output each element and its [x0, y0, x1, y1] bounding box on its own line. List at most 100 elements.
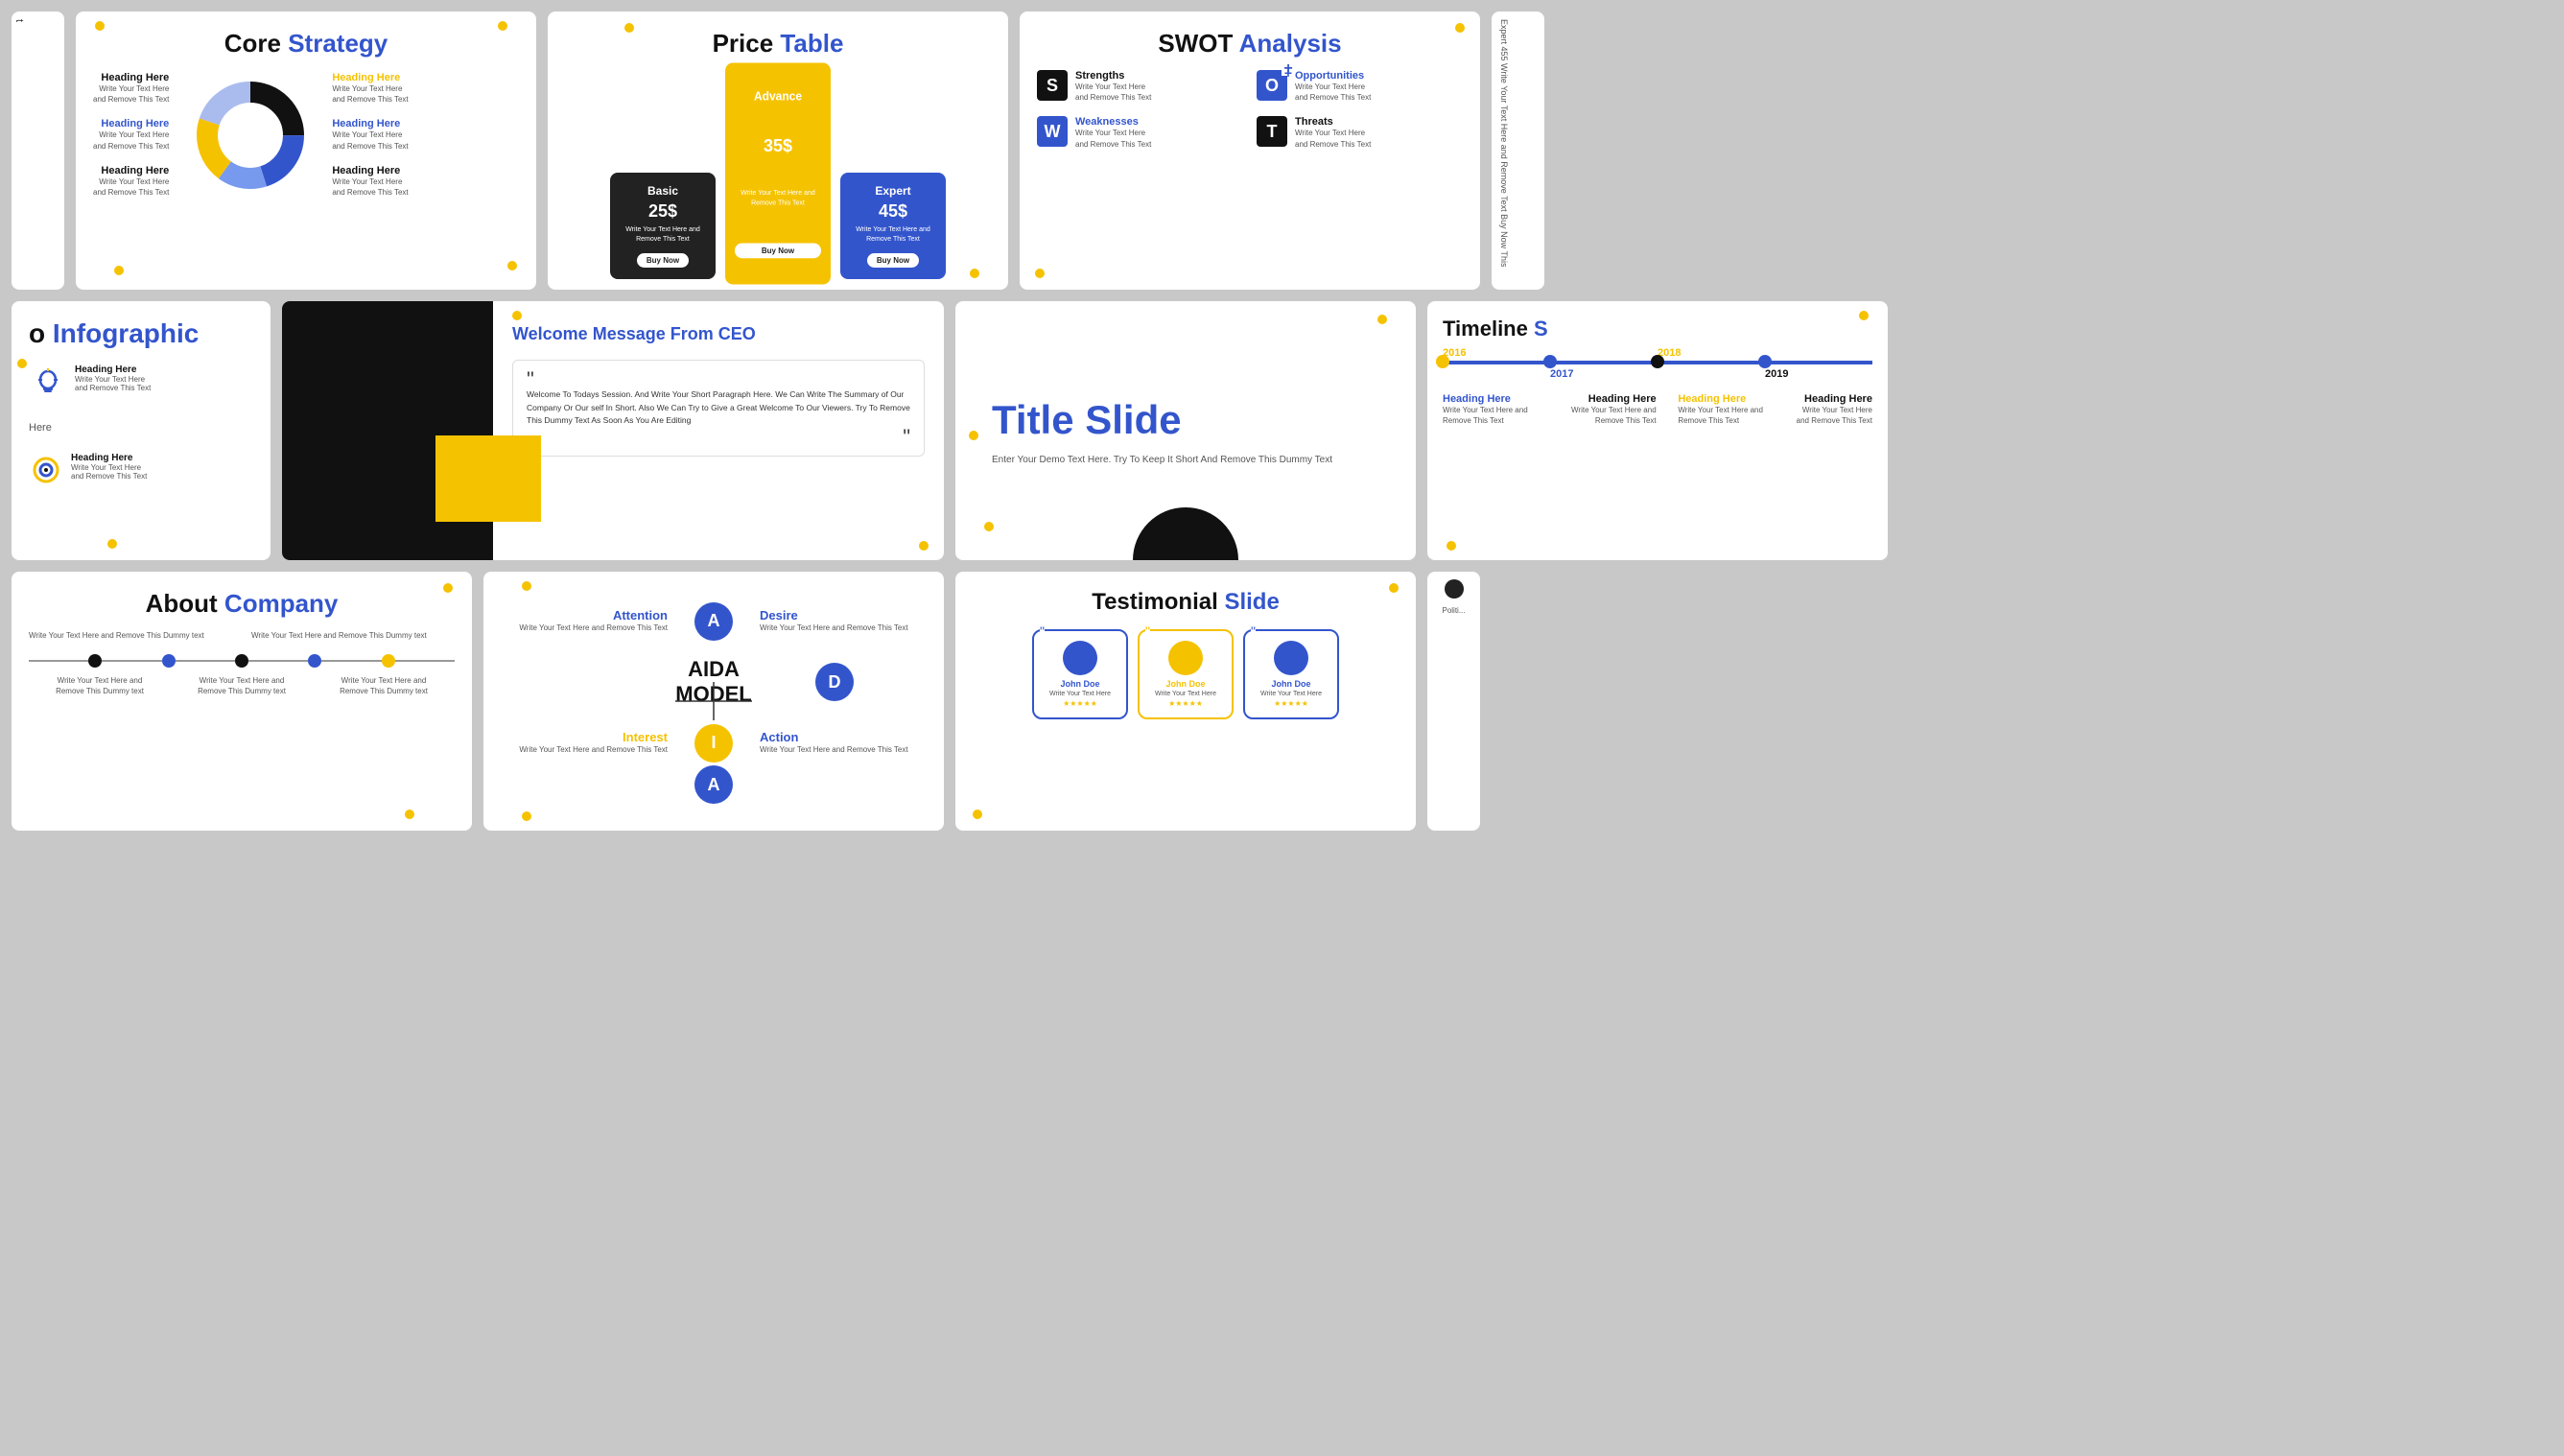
deco-dot [969, 431, 978, 440]
aida-circle-d: D [752, 663, 917, 701]
swot-item-w: W Weaknesses Write Your Text Hereand Rem… [1037, 116, 1243, 149]
slide-ceo: Welcome Message From CEO " Welcome To To… [282, 301, 944, 560]
price-card-basic-text: Write Your Text Here and Remove This Tex… [620, 225, 706, 245]
slide-aida: Attention Write Your Text Here and Remov… [483, 572, 944, 831]
timeline-h4: Heading Here Write Your Text Here and Re… [1796, 393, 1872, 426]
deco-dot [984, 522, 994, 531]
about-tl-label-3: Write Your Text Here and Remove This Dum… [336, 675, 432, 696]
partial-slide-right-r3: Politi... [1427, 572, 1480, 831]
deco-dot [522, 581, 531, 591]
core-strategy-title: Core Strategy [93, 29, 519, 59]
deco-dot [17, 359, 27, 368]
swot-plus-icon: + [1282, 62, 1295, 76]
test-title-black: Testimonial [1092, 589, 1224, 615]
swot-letter-w: W [1037, 116, 1068, 147]
timeline-dot-2017 [1543, 355, 1557, 368]
tl-seg-1 [29, 660, 88, 662]
about-text-1: Write Your Text Here and Remove This Dum… [29, 630, 232, 641]
deco-dot [970, 269, 979, 278]
testimonial-cards: " John Doe Write Your Text Here ★★★★★ " … [973, 629, 1399, 719]
test-avatar-2 [1168, 641, 1203, 675]
tl-dot-5 [382, 654, 395, 668]
deco-dot [919, 541, 929, 551]
swot-letter-t: T [1257, 116, 1287, 147]
core-heading-r2: Heading Here Write Your Text Hereand Rem… [332, 118, 408, 151]
aida-circle-i: I [675, 724, 752, 763]
quote-close-icon: " [527, 432, 910, 442]
deco-dot [498, 21, 507, 31]
slide-price-table: Price Table Basic 25$ Write Your Text He… [548, 12, 1008, 290]
deco-dot [973, 810, 982, 819]
test-card-1: " John Doe Write Your Text Here ★★★★★ [1032, 629, 1128, 719]
tl-dot-4 [308, 654, 321, 668]
ceo-dark-panel [282, 301, 493, 560]
core-title-black: Core [224, 29, 288, 58]
aida-desire-label: Desire [760, 608, 917, 622]
tl-dot-1 [88, 654, 102, 668]
quote-open-icon: " [527, 374, 910, 385]
aida-desire: Desire Write Your Text Here and Remove T… [752, 608, 917, 633]
swot-grid: S Strengths Write Your Text Hereand Remo… [1037, 70, 1463, 150]
deco-dot [1035, 269, 1045, 278]
slide-core-strategy: Core Strategy Heading Here Write Your Te… [76, 12, 536, 290]
deco-dot [443, 583, 453, 593]
core-headings-right: Heading Here Write Your Text Hereand Rem… [332, 72, 408, 198]
swot-letter-s: S [1037, 70, 1068, 101]
year-2019: 2019 [1765, 368, 1788, 380]
aida-attention-label: Attention [510, 608, 668, 622]
aida-interest-label: Interest [510, 730, 668, 744]
tl-seg-5 [321, 660, 381, 662]
deco-dot [405, 810, 414, 819]
infographic-label-here: Here [29, 422, 253, 434]
about-title-black: About [146, 589, 224, 618]
swot-item-t: T Threats Write Your Text Hereand Remove… [1257, 116, 1463, 149]
test-stars-3: ★★★★★ [1255, 699, 1328, 708]
price-card-basic-name: Basic [620, 184, 706, 198]
swot-title: SWOT Analysis [1037, 29, 1463, 59]
lightbulb-icon [29, 364, 67, 403]
timeline-title: Timeline S [1443, 317, 1872, 341]
timeline-dot-2019 [1758, 355, 1772, 368]
ceo-content: Welcome Message From CEO " Welcome To To… [493, 301, 944, 560]
swot-item-s: S Strengths Write Your Text Hereand Remo… [1037, 70, 1243, 103]
price-card-expert-text: Write Your Text Here and Remove This Tex… [850, 225, 936, 245]
core-heading-l3: Heading Here Write Your Text Hereand Rem… [93, 165, 169, 198]
ceo-quote-text: Welcome To Todays Session. And Write You… [527, 388, 910, 428]
price-card-basic-btn[interactable]: Buy Now [637, 253, 689, 268]
swot-content-s: Strengths Write Your Text Hereand Remove… [1075, 70, 1151, 103]
tl-dot-3 [235, 654, 248, 668]
price-card-basic-amount: 25$ [620, 201, 706, 222]
price-card-expert: Expert 45$ Write Your Text Here and Remo… [840, 173, 946, 279]
infographic-text-2: Heading Here Write Your Text Hereand Rem… [71, 453, 147, 481]
core-heading-r3: Heading Here Write Your Text Hereand Rem… [332, 165, 408, 198]
price-title-blue: Table [780, 29, 843, 58]
ceo-title: Welcome Message From CEO [512, 324, 925, 344]
timeline-h2: Heading Here Write Your Text Here and Re… [1561, 393, 1657, 426]
lightbulb-svg [31, 366, 65, 401]
deco-dot [1455, 23, 1465, 33]
deco-dot [1859, 311, 1869, 320]
test-stars-2: ★★★★★ [1149, 699, 1222, 708]
core-strategy-content: Heading Here Write Your Text Hereand Rem… [93, 72, 519, 198]
infographic-item-1: Heading Here Write Your Text Hereand Rem… [29, 364, 253, 403]
timeline-dot-2018 [1651, 355, 1664, 368]
title-slide-heading: Title Slide [992, 397, 1379, 443]
deco-dot [1447, 541, 1456, 551]
deco-dot [95, 21, 105, 31]
test-stars-1: ★★★★★ [1044, 699, 1117, 708]
target-icon [29, 453, 63, 487]
price-card-advance-btn[interactable]: Buy Now [735, 243, 821, 258]
price-card-expert-btn[interactable]: Buy Now [867, 253, 919, 268]
slide-about: About Company Write Your Text Here and R… [12, 572, 472, 831]
test-text-2: Write Your Text Here [1149, 691, 1222, 697]
aida-circle-a-top: A [675, 602, 752, 641]
tl-seg-3 [176, 660, 235, 662]
core-title-blue: Strategy [288, 29, 388, 58]
deco-dot [624, 23, 634, 33]
core-headings-left: Heading Here Write Your Text Hereand Rem… [93, 72, 169, 198]
tl-seg-6 [395, 660, 455, 662]
test-card-2: " John Doe Write Your Text Here ★★★★★ [1138, 629, 1234, 719]
test-text-3: Write Your Text Here [1255, 691, 1328, 697]
price-card-basic: Basic 25$ Write Your Text Here and Remov… [610, 173, 716, 279]
quote-icon-3: " [1251, 623, 1256, 639]
